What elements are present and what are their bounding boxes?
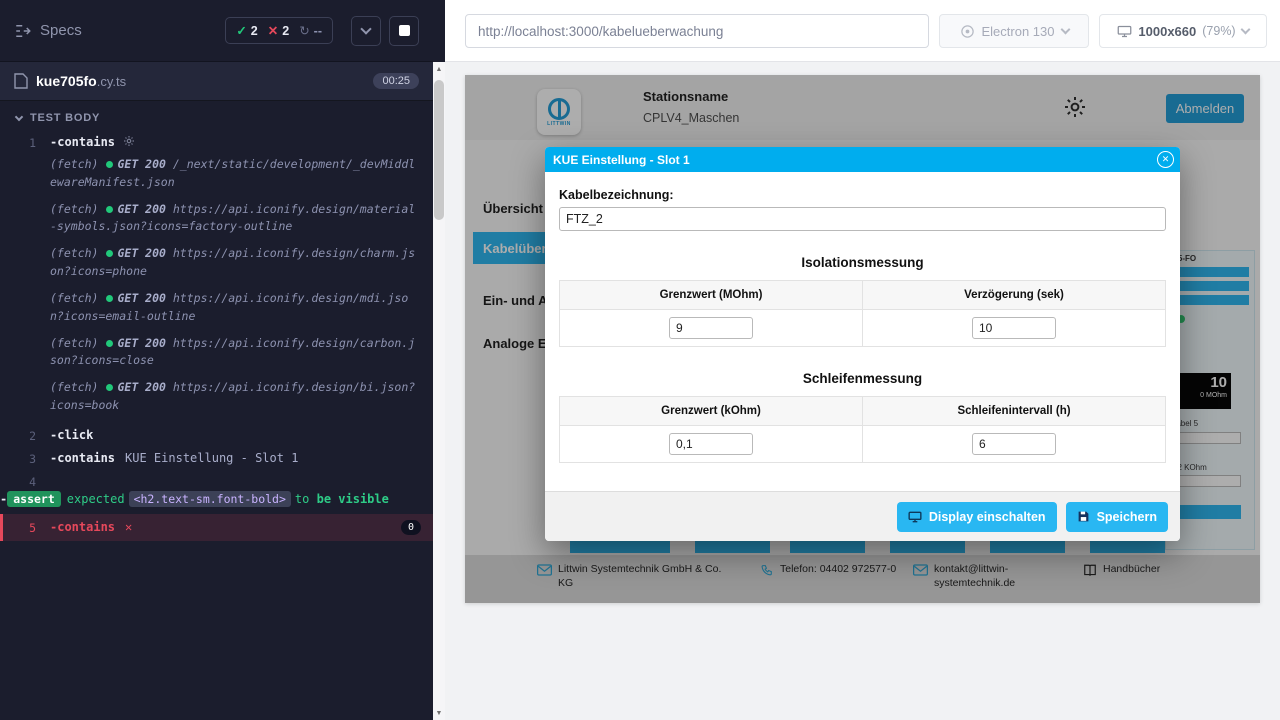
specs-menu-icon[interactable]: [14, 22, 32, 40]
kabelbezeichnung-label: Kabelbezeichnung:: [559, 188, 1166, 202]
grenzwert-mohm-input[interactable]: [669, 317, 753, 339]
grenzwert-kohm-input[interactable]: [669, 433, 753, 455]
verzoegerung-sek-input[interactable]: [972, 317, 1056, 339]
reporter-header: Specs ✓2 ✕2 ↻--: [0, 0, 433, 62]
schleifenintervall-input[interactable]: [972, 433, 1056, 455]
network-log-entry: (fetch)GET 200 https://api.iconify.desig…: [50, 201, 417, 237]
cross-icon: ✕: [268, 23, 278, 38]
test-step-assert[interactable]: 4 -assertexpected<h2.text-sm.font-bold>t…: [0, 470, 433, 515]
status-dot: [106, 250, 113, 257]
modal-title: KUE Einstellung - Slot 1: [553, 153, 690, 167]
reporter-scrollbar[interactable]: ▲ ▼: [433, 62, 445, 720]
monitor-icon: [908, 511, 922, 523]
kue-settings-modal: KUE Einstellung - Slot 1 ✕ Kabelbezeichn…: [545, 147, 1180, 541]
contains-argument: KUE Einstellung - Slot 1: [125, 451, 298, 465]
line-number: 4: [0, 474, 36, 489]
network-log-entry: (fetch)GET 200 https://api.iconify.desig…: [50, 290, 417, 326]
line-number: 3: [0, 451, 36, 466]
browser-toolbar: Electron 130 1000x660 (79%): [445, 0, 1280, 62]
column-header: Grenzwert (MOhm): [560, 281, 863, 310]
line-number: 5: [0, 520, 36, 535]
monitor-icon: [1117, 25, 1132, 38]
isolationsmessung-table: Grenzwert (MOhm) Verzögerung (sek): [559, 280, 1166, 347]
scrollbar-thumb[interactable]: [434, 80, 444, 220]
line-number: 2: [0, 428, 36, 443]
check-icon: ✓: [236, 23, 246, 38]
stop-icon: [399, 25, 410, 36]
modal-header: KUE Einstellung - Slot 1 ✕: [545, 147, 1180, 172]
column-header: Grenzwert (kOhm): [560, 397, 863, 426]
url-input[interactable]: [465, 14, 929, 48]
spec-name: kue705fo.cy.ts: [36, 73, 126, 89]
test-step-failed[interactable]: 5 -contains ✕ 0: [0, 514, 433, 541]
save-floppy-icon: [1077, 510, 1090, 523]
refresh-icon: ↻: [299, 23, 309, 38]
kabelbezeichnung-input[interactable]: [559, 207, 1166, 231]
stop-button[interactable]: [389, 16, 419, 46]
app-stage: Stationsname CPLV4_Maschen Abmelden LITT…: [445, 62, 1280, 720]
fail-cross-icon: ✕: [125, 520, 132, 534]
column-header: Schleifenintervall (h): [863, 397, 1166, 426]
app-under-test: Stationsname CPLV4_Maschen Abmelden LITT…: [465, 75, 1260, 603]
cypress-reporter: Specs ✓2 ✕2 ↻-- kue705fo.cy.ts 00:25 TES…: [0, 0, 445, 720]
file-icon: [14, 73, 28, 89]
display-einschalten-button[interactable]: Display einschalten: [897, 502, 1057, 532]
column-header: Verzögerung (sek): [863, 281, 1166, 310]
assert-badge: assert: [7, 491, 61, 507]
network-log-entry: (fetch)GET 200 /_next/static/development…: [50, 156, 417, 192]
modal-body: Kabelbezeichnung: Isolationsmessung Gren…: [545, 172, 1180, 463]
test-stats: ✓2 ✕2 ↻--: [225, 17, 333, 44]
network-log-entry: (fetch)GET 200 https://api.iconify.desig…: [50, 245, 417, 281]
scroll-up-arrow[interactable]: ▲: [433, 62, 445, 76]
element-selector-chip: <h2.text-sm.font-bold>: [129, 491, 291, 507]
status-dot: [106, 340, 113, 347]
browser-selector[interactable]: Electron 130: [939, 14, 1089, 48]
gear-icon: [123, 135, 135, 150]
electron-icon: [960, 24, 975, 39]
network-log: (fetch)GET 200 /_next/static/development…: [50, 156, 417, 415]
stats-failed: ✕2: [268, 23, 289, 38]
network-log-entry: (fetch)GET 200 https://api.iconify.desig…: [50, 379, 417, 415]
speichern-button[interactable]: Speichern: [1066, 502, 1168, 532]
modal-footer: Display einschalten Speichern: [545, 491, 1180, 541]
schleifenmessung-title: Schleifenmessung: [559, 371, 1166, 386]
test-step[interactable]: 3 -contains KUE Einstellung - Slot 1: [0, 447, 433, 470]
browser-pane: Electron 130 1000x660 (79%) Stationsname…: [445, 0, 1280, 720]
status-dot: [106, 161, 113, 168]
retry-count-badge: 0: [401, 520, 421, 535]
line-number: 1: [0, 135, 36, 150]
command-log: 1 -contains (fetch)GET 200 /_next/static…: [0, 131, 433, 541]
chevron-down-icon: [1060, 25, 1070, 35]
test-body-section[interactable]: TEST BODY: [0, 101, 433, 131]
collapse-button[interactable]: [351, 16, 381, 46]
network-log-entry: (fetch)GET 200 https://api.iconify.desig…: [50, 335, 417, 371]
status-dot: [106, 384, 113, 391]
test-step[interactable]: 1 -contains: [0, 131, 433, 154]
chevron-down-icon: [1240, 25, 1250, 35]
status-dot: [106, 295, 113, 302]
specs-label[interactable]: Specs: [40, 22, 82, 39]
chevron-down-icon: [360, 23, 371, 34]
stats-pending: ↻--: [299, 23, 322, 38]
isolationsmessung-title: Isolationsmessung: [559, 255, 1166, 270]
status-dot: [106, 206, 113, 213]
viewport-selector[interactable]: 1000x660 (79%): [1099, 14, 1267, 48]
close-icon[interactable]: ✕: [1157, 151, 1174, 168]
stats-passed: ✓2: [236, 23, 257, 38]
schleifenmessung-table: Grenzwert (kOhm) Schleifenintervall (h): [559, 396, 1166, 463]
spec-duration-badge: 00:25: [373, 73, 419, 89]
spec-row[interactable]: kue705fo.cy.ts 00:25: [0, 62, 433, 101]
chevron-down-icon: [15, 112, 23, 120]
test-step[interactable]: 2 -click: [0, 424, 433, 447]
scroll-down-arrow[interactable]: ▼: [433, 706, 445, 720]
